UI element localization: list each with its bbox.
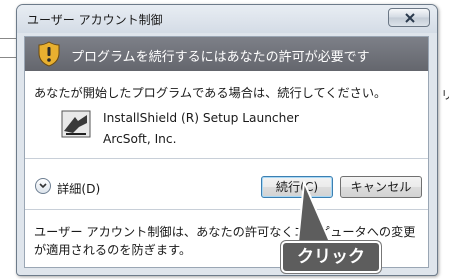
close-button[interactable] <box>388 8 430 27</box>
click-callout: クリック <box>281 241 381 273</box>
shield-icon <box>38 41 60 67</box>
divider <box>25 209 428 210</box>
chevron-down-icon[interactable] <box>35 178 51 194</box>
cancel-button[interactable]: キャンセル <box>340 176 422 198</box>
program-name: InstallShield (R) Setup Launcher <box>103 111 299 125</box>
divider <box>25 158 428 159</box>
header-band: プログラムを続行するにはあなたの許可が必要です <box>25 37 428 71</box>
prompt-text: あなたが開始したプログラムである場合は、続行してください。 <box>34 86 387 100</box>
installer-icon <box>61 110 91 138</box>
details-label[interactable]: 詳細(D) <box>57 179 100 197</box>
title-bar: ユーザー アカウント制御 <box>17 5 437 33</box>
background-window-fragment <box>0 38 17 58</box>
close-icon <box>405 13 415 23</box>
dialog-content: プログラムを続行するにはあなたの許可が必要です あなたが開始したプログラムである… <box>24 36 429 268</box>
publisher-name: ArcSoft, Inc. <box>103 132 177 146</box>
window-title: ユーザー アカウント制御 <box>27 13 163 27</box>
uac-dialog: ユーザー アカウント制御 プログラムを続行するにはあなたの許可が必要です あなた… <box>16 4 438 276</box>
screenshot-stage: リ ユーザー アカウント制御 プログラムを続行するにはあなたの許可が必要です あ… <box>0 0 449 279</box>
callout-pointer <box>297 181 331 243</box>
header-message: プログラムを続行するにはあなたの許可が必要です <box>71 50 370 65</box>
background-text-fragment: リ <box>441 88 449 102</box>
